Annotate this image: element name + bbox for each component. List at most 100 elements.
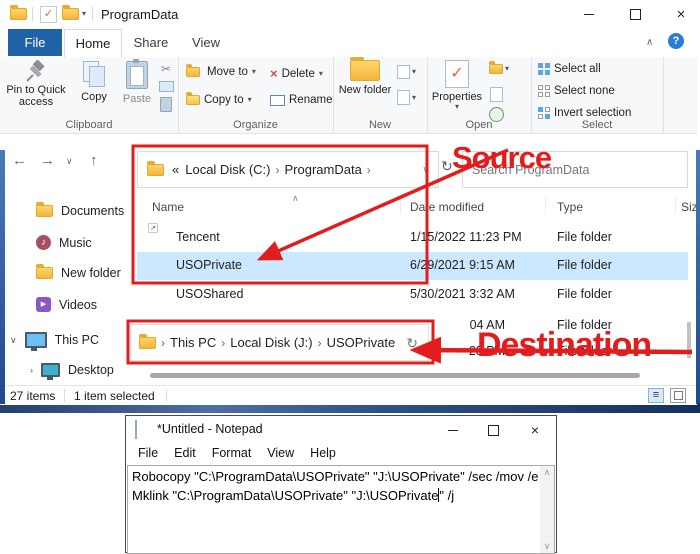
maximize-button[interactable] xyxy=(618,1,652,27)
new-folder-button[interactable]: New folder xyxy=(337,57,393,96)
sidebar-item-new-folder[interactable]: New folder xyxy=(36,264,121,280)
column-header-date-modified[interactable]: Date modified xyxy=(410,200,484,214)
recent-locations-button[interactable]: ∨ xyxy=(66,156,73,166)
sidebar-item-documents[interactable]: Documents xyxy=(36,202,125,218)
address-bar[interactable]: « Local Disk (C:) › ProgramData › ∨ xyxy=(137,151,439,188)
details-view-button[interactable]: ≡ xyxy=(648,388,664,403)
breadcrumb-this-pc[interactable]: This PC xyxy=(170,335,216,350)
menu-view[interactable]: View xyxy=(259,443,302,463)
tab-home[interactable]: Home xyxy=(64,29,122,57)
search-box[interactable] xyxy=(462,151,688,188)
paste-shortcut-button[interactable] xyxy=(160,97,172,112)
breadcrumb-usoprivate[interactable]: USOPrivate xyxy=(327,335,396,350)
up-button[interactable]: ↑ xyxy=(90,152,98,169)
large-icons-view-button[interactable] xyxy=(670,388,686,403)
copy-path-button[interactable] xyxy=(159,81,174,92)
move-to-button[interactable]: ← Move to ▾ xyxy=(186,64,256,78)
table-row-tencent[interactable]: ↗ Tencent 1/15/2022 11:23 PM File folder xyxy=(137,223,688,252)
rename-button[interactable]: Rename xyxy=(270,94,332,106)
qat-new-folder-button[interactable]: ▾ xyxy=(62,5,86,20)
collapsed-chevron-icon[interactable]: › xyxy=(30,365,33,375)
new-item-button[interactable]: ▾ xyxy=(397,90,416,105)
check-icon: ✓ xyxy=(43,8,54,20)
menu-format[interactable]: Format xyxy=(204,443,260,463)
paste-button[interactable]: Paste xyxy=(117,59,157,105)
sidebar-item-label: Documents xyxy=(61,204,125,218)
search-input[interactable] xyxy=(463,152,687,187)
notepad-icon xyxy=(135,420,137,439)
back-button[interactable]: ← xyxy=(12,152,27,169)
invert-selection-button[interactable]: Invert selection xyxy=(538,107,631,119)
tab-file[interactable]: File xyxy=(8,29,62,56)
desktop-background-strip xyxy=(0,150,5,404)
column-header-type[interactable]: Type xyxy=(557,200,583,214)
menu-file[interactable]: File xyxy=(130,443,166,463)
select-all-button[interactable]: Select all xyxy=(538,63,601,75)
minimize-icon xyxy=(584,13,594,15)
notepad-text-area[interactable]: Robocopy "C:\ProgramData\USOPrivate" "J:… xyxy=(127,465,555,554)
column-header-size[interactable]: Size xyxy=(681,200,696,214)
destination-address-bar[interactable]: › This PC › Local Disk (J:) › USOPrivate… xyxy=(130,324,429,361)
folder-icon xyxy=(36,264,53,279)
address-collapse-prefix[interactable]: « xyxy=(172,162,179,177)
vertical-scrollbar[interactable] xyxy=(687,322,691,358)
new-folder-icon xyxy=(350,57,380,81)
forward-button[interactable]: → xyxy=(40,152,55,169)
minimize-button[interactable] xyxy=(572,1,606,27)
close-button[interactable]: × xyxy=(518,417,552,443)
ribbon-group-open: ✓ Properties ▾ ▾ Open xyxy=(427,57,532,133)
copy-to-button[interactable]: Copy to ▾ xyxy=(186,92,252,106)
invert-selection-icon xyxy=(538,107,550,119)
copy-button[interactable]: Copy xyxy=(72,61,116,103)
breadcrumb-programdata[interactable]: ProgramData xyxy=(284,162,361,177)
breadcrumb-separator: › xyxy=(161,335,165,350)
easy-access-button[interactable]: ▾ xyxy=(397,65,416,79)
help-button[interactable]: ? xyxy=(668,33,684,49)
tab-share[interactable]: Share xyxy=(124,29,178,56)
line2-before-caret: Mklink "C:\ProgramData\USOPrivate" "J:\U… xyxy=(132,488,439,503)
minimize-button[interactable] xyxy=(436,417,470,443)
horizontal-scrollbar[interactable] xyxy=(150,373,640,378)
qat-properties-icon[interactable]: ✓ xyxy=(40,6,57,23)
sidebar-item-music[interactable]: ♪ Music xyxy=(36,235,92,250)
menu-edit[interactable]: Edit xyxy=(166,443,204,463)
edit-button[interactable] xyxy=(490,87,503,102)
file-date: 5/30/2021 3:32 AM xyxy=(410,287,515,301)
pin-to-quick-access-button[interactable]: Pin to Quick access xyxy=(4,60,68,108)
expanded-chevron-icon[interactable]: ∨ xyxy=(10,335,17,345)
new-folder-label: New folder xyxy=(338,84,392,96)
file-type: File folder xyxy=(557,287,612,301)
select-all-label: Select all xyxy=(554,63,601,75)
sidebar-item-this-pc[interactable]: ∨ This PC xyxy=(10,332,99,351)
scroll-up-icon[interactable]: ∧ xyxy=(544,468,551,477)
easy-access-icon xyxy=(397,65,410,79)
notepad-scrollbar[interactable]: ∧ ∨ xyxy=(540,466,554,553)
cut-button[interactable]: ✂ xyxy=(158,62,174,76)
chevron-down-icon: ▾ xyxy=(412,92,417,102)
sidebar-item-videos[interactable]: ▶ Videos xyxy=(36,297,97,312)
scroll-down-icon[interactable]: ∨ xyxy=(544,542,551,551)
address-dropdown-chevron-icon[interactable]: ∨ xyxy=(422,165,429,174)
table-row-usoshared[interactable]: USOShared 5/30/2021 3:32 AM File folder xyxy=(137,281,688,309)
delete-button[interactable]: × Delete ▾ xyxy=(270,66,323,81)
column-header-name[interactable]: Name xyxy=(152,200,184,214)
collapse-ribbon-button[interactable]: ∧ xyxy=(646,37,653,48)
notepad-title: *Untitled - Notepad xyxy=(157,422,263,436)
table-row-usoprivate-selected[interactable]: USOPrivate 6/29/2021 9:15 AM File folder xyxy=(137,252,688,280)
menu-help[interactable]: Help xyxy=(302,443,344,463)
copy-to-icon xyxy=(186,92,200,105)
close-button[interactable]: × xyxy=(664,1,698,27)
back-icon: ← xyxy=(12,152,27,169)
sidebar-item-desktop[interactable]: › Desktop xyxy=(30,363,114,380)
refresh-icon[interactable]: ↻ xyxy=(406,336,418,350)
invert-selection-label: Invert selection xyxy=(554,107,632,119)
properties-button[interactable]: ✓ Properties ▾ xyxy=(431,60,483,111)
forward-icon: → xyxy=(40,152,55,169)
refresh-button[interactable]: ↻ xyxy=(441,158,453,174)
breadcrumb-local-disk-c[interactable]: Local Disk (C:) xyxy=(185,162,270,177)
tab-view[interactable]: View xyxy=(180,29,232,56)
select-none-button[interactable]: Select none xyxy=(538,85,615,97)
open-button[interactable]: ▾ xyxy=(489,61,509,74)
breadcrumb-local-disk-j[interactable]: Local Disk (J:) xyxy=(230,335,312,350)
maximize-button[interactable] xyxy=(476,417,510,443)
